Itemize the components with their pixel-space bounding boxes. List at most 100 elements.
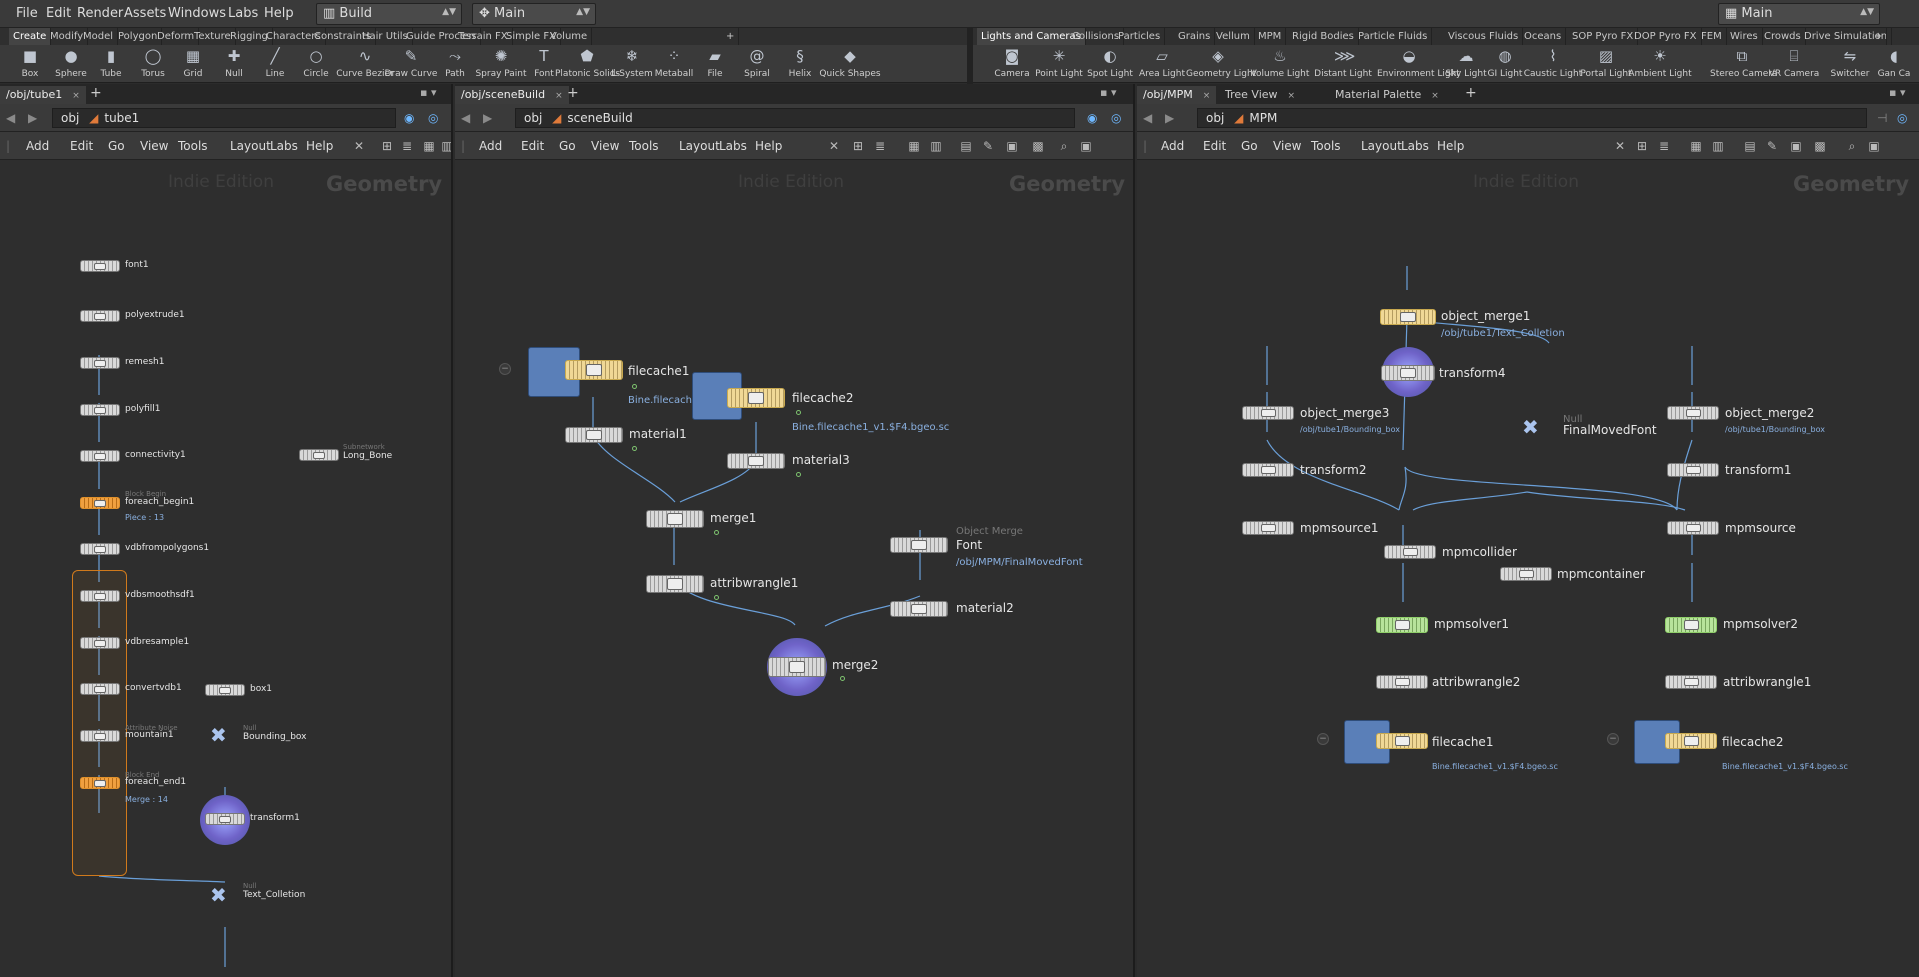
pane-menu-tools[interactable]: Tools	[1311, 139, 1341, 153]
display-flag-icon[interactable]	[632, 446, 637, 451]
node-connectivity1[interactable]	[80, 450, 120, 462]
node-object_merge3[interactable]	[1242, 406, 1294, 420]
search-icon[interactable]: ⌕	[1845, 139, 1859, 153]
display-flag-icon[interactable]	[714, 595, 719, 600]
sticky-icon[interactable]: ✎	[1765, 139, 1779, 153]
add-shelf-tab-icon[interactable]: +	[722, 28, 740, 45]
link-icon[interactable]: ◎	[1897, 111, 1907, 125]
shelf-tab-fem[interactable]: FEM	[1697, 28, 1727, 45]
node-transform1[interactable]	[1667, 463, 1719, 477]
desktop-dropdown[interactable]: ▥ Build ▲▼	[316, 3, 462, 25]
node-filecache1[interactable]	[565, 360, 623, 380]
close-icon[interactable]: ×	[1431, 91, 1439, 101]
tool-environment-light[interactable]: ◒ Environment Light	[1377, 45, 1460, 83]
list-icon[interactable]: ≣	[873, 139, 887, 153]
pane-menu-labs[interactable]: Labs	[270, 139, 298, 153]
menu-windows[interactable]: Windows	[168, 6, 226, 21]
node-mpmsolver2[interactable]	[1665, 617, 1717, 633]
tool-quick-shapes[interactable]: ◆ Quick Shapes	[819, 45, 880, 83]
forward-arrow-icon[interactable]: ▶	[483, 111, 492, 125]
tool-portal-light[interactable]: ▨ Portal Light	[1580, 45, 1631, 83]
node-transform4[interactable]	[1381, 365, 1435, 381]
tool-caustic-light[interactable]: ⌇ Caustic Light	[1524, 45, 1583, 83]
add-tab-icon[interactable]: +	[1465, 85, 1477, 101]
grid-icon[interactable]: ▦	[422, 139, 436, 153]
node-merge2[interactable]	[768, 657, 826, 677]
node-mpmsolver1[interactable]	[1376, 617, 1428, 633]
pane-menu-view[interactable]: View	[140, 139, 168, 153]
search-icon[interactable]: ⌕	[1057, 139, 1071, 153]
shelf-tab-volume[interactable]: Volume	[546, 28, 593, 45]
pane-menu-layout[interactable]: Layout	[679, 139, 720, 153]
add-tab-icon[interactable]: +	[567, 85, 579, 101]
display-flag-icon[interactable]	[714, 530, 719, 535]
path-breadcrumb[interactable]: obj ◢ tube1	[52, 108, 396, 128]
tool-helix[interactable]: § Helix	[778, 45, 822, 83]
pane-menu-edit[interactable]: Edit	[1203, 139, 1226, 153]
menu-help[interactable]: Help	[264, 6, 294, 21]
grid-icon[interactable]: ▦	[1689, 139, 1703, 153]
tab-obj-scenebuild[interactable]: /obj/sceneBuild ×	[455, 86, 569, 104]
node-font[interactable]	[890, 537, 948, 553]
close-icon[interactable]: ×	[555, 91, 563, 101]
pane-menu-go[interactable]: Go	[1241, 139, 1258, 153]
node-graph[interactable]: Indie Edition Geometry	[455, 160, 1133, 977]
node-transform2[interactable]	[1242, 463, 1294, 477]
close-icon[interactable]: ×	[1288, 91, 1296, 101]
pane-menu-icon[interactable]: ▪ ▾	[1100, 86, 1116, 99]
tool-point-light[interactable]: ✳ Point Light	[1035, 45, 1083, 83]
node-mpmsource[interactable]	[1667, 521, 1719, 535]
node-filecache2-mpm[interactable]	[1665, 733, 1717, 749]
node-mpmsource1[interactable]	[1242, 521, 1294, 535]
pane-menu-layout[interactable]: Layout	[1361, 139, 1402, 153]
node-material2[interactable]	[890, 601, 948, 617]
tool-area-light[interactable]: ▱ Area Light	[1139, 45, 1185, 83]
shelf-tab-particles[interactable]: Particles	[1114, 28, 1166, 45]
palette-icon[interactable]: ▩	[1031, 139, 1045, 153]
menu-render[interactable]: Render	[77, 6, 123, 21]
menu-assets[interactable]: Assets	[124, 6, 166, 21]
node-filecache1-mpm[interactable]	[1376, 733, 1428, 749]
pane-menu-layout[interactable]: Layout	[230, 139, 271, 153]
node-foreach_end1[interactable]	[80, 777, 120, 789]
pane-menu-add[interactable]: Add	[479, 139, 502, 153]
node-material1[interactable]	[565, 427, 623, 443]
columns-icon[interactable]: ▥	[440, 139, 451, 153]
image-icon[interactable]: ▣	[1005, 139, 1019, 153]
pane-menu-edit[interactable]: Edit	[70, 139, 93, 153]
bypass-icon[interactable]: −	[1317, 733, 1329, 745]
tools-icon[interactable]: ✕	[1613, 139, 1627, 153]
display-flag-icon[interactable]	[796, 472, 801, 477]
shelf-tab-model[interactable]: Model	[79, 28, 119, 45]
pane-menu-go[interactable]: Go	[108, 139, 125, 153]
node-convertvdb1[interactable]	[80, 683, 120, 695]
columns-icon[interactable]: ▥	[1711, 139, 1725, 153]
columns-icon[interactable]: ▥	[929, 139, 943, 153]
list-icon[interactable]: ≣	[400, 139, 414, 153]
pane-menu-view[interactable]: View	[1273, 139, 1301, 153]
crumb-root[interactable]: obj	[61, 111, 79, 125]
pane-menu-icon[interactable]: ▪ ▾	[1889, 86, 1905, 99]
shelf-tab-mpm[interactable]: MPM	[1254, 28, 1287, 45]
node-mountain1[interactable]	[80, 730, 120, 742]
null-icon[interactable]: ✖	[210, 725, 227, 745]
tree-icon[interactable]: ⊞	[380, 139, 394, 153]
tab-tree-view[interactable]: Tree View ×	[1219, 86, 1302, 104]
close-icon[interactable]: ×	[72, 91, 80, 101]
shelf-tab-wires[interactable]: Wires	[1726, 28, 1763, 45]
shelf-tab-vellum[interactable]: Vellum	[1212, 28, 1255, 45]
right-context-dropdown[interactable]: ▦ Main ▲▼	[1718, 3, 1880, 25]
context-dropdown[interactable]: ✥ Main ▲▼	[472, 3, 596, 25]
shelf-tab-oceans[interactable]: Oceans	[1520, 28, 1567, 45]
shelf-tab-create[interactable]: Create	[9, 28, 52, 45]
crumb-node[interactable]: sceneBuild	[567, 111, 632, 125]
grid-icon[interactable]: ▦	[907, 139, 921, 153]
node-long-bone[interactable]	[299, 449, 339, 461]
back-arrow-icon[interactable]: ◀	[1143, 111, 1152, 125]
tools-icon[interactable]: ✕	[827, 139, 841, 153]
pane-menu-add[interactable]: Add	[1161, 139, 1184, 153]
path-breadcrumb[interactable]: obj ◢ MPM	[1197, 108, 1867, 128]
tool-stereo-camera[interactable]: ⧉ Stereo Camera	[1710, 45, 1778, 83]
node-merge1[interactable]	[646, 510, 704, 528]
pane-menu-labs[interactable]: Labs	[1401, 139, 1429, 153]
